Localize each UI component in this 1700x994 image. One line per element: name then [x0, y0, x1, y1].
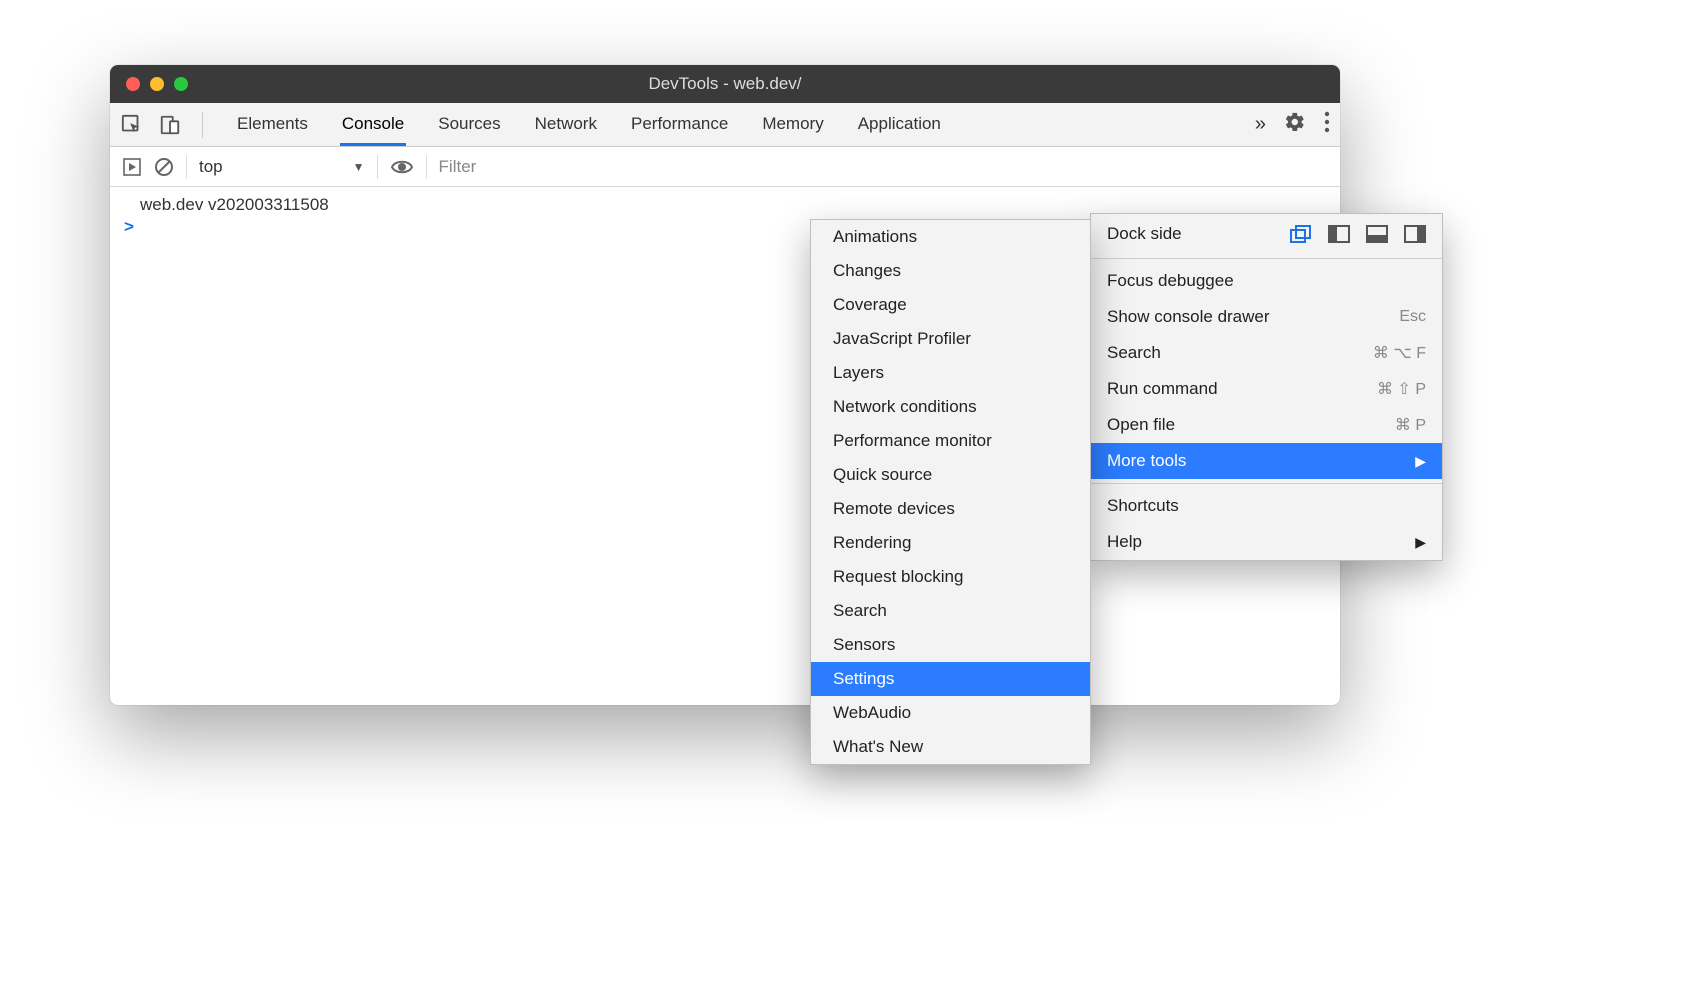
- submenu-item-network-conditions[interactable]: Network conditions: [811, 390, 1090, 424]
- menu-item-label: Open file: [1107, 415, 1175, 435]
- more-tabs-icon[interactable]: »: [1255, 113, 1266, 136]
- separator: [426, 155, 427, 179]
- submenu-item-search[interactable]: Search: [811, 594, 1090, 628]
- tab-sources[interactable]: Sources: [436, 104, 502, 146]
- menu-item-run-command[interactable]: Run command ⌘ ⇧ P: [1091, 371, 1442, 407]
- menu-shortcut: ⌘ ⇧ P: [1377, 379, 1426, 399]
- menu-separator: [1091, 483, 1442, 484]
- separator: [202, 112, 203, 138]
- menu-item-help[interactable]: Help ▶: [1091, 524, 1442, 560]
- dock-left-icon[interactable]: [1328, 225, 1350, 243]
- toggle-device-toolbar-icon[interactable]: [158, 113, 182, 137]
- submenu-item-settings[interactable]: Settings: [811, 662, 1090, 696]
- context-selector[interactable]: top ▼: [199, 157, 365, 177]
- inspect-element-icon[interactable]: [120, 113, 144, 137]
- submenu-item-changes[interactable]: Changes: [811, 254, 1090, 288]
- tab-list: Elements Console Sources Network Performance…: [235, 104, 943, 146]
- main-tabbar: Elements Console Sources Network Performance…: [110, 103, 1340, 147]
- submenu-item-sensors[interactable]: Sensors: [811, 628, 1090, 662]
- submenu-item-performance-monitor[interactable]: Performance monitor: [811, 424, 1090, 458]
- tab-console[interactable]: Console: [340, 104, 406, 146]
- customize-menu: Dock side Focus debuggee Show console dra…: [1090, 213, 1443, 561]
- submenu-item-request-blocking[interactable]: Request blocking: [811, 560, 1090, 594]
- submenu-item-quick-source[interactable]: Quick source: [811, 458, 1090, 492]
- context-label: top: [199, 157, 223, 177]
- dock-bottom-icon[interactable]: [1366, 225, 1388, 243]
- submenu-item-coverage[interactable]: Coverage: [811, 288, 1090, 322]
- submenu-item-layers[interactable]: Layers: [811, 356, 1090, 390]
- menu-item-more-tools[interactable]: More tools ▶: [1091, 443, 1442, 479]
- submenu-item-what-s-new[interactable]: What's New: [811, 730, 1090, 764]
- dock-side-label: Dock side: [1107, 224, 1182, 244]
- tab-application[interactable]: Application: [856, 104, 943, 146]
- tab-memory[interactable]: Memory: [760, 104, 825, 146]
- submenu-item-webaudio[interactable]: WebAudio: [811, 696, 1090, 730]
- console-toolbar: top ▼: [110, 147, 1340, 187]
- clear-console-icon[interactable]: [154, 157, 174, 177]
- menu-item-label: Run command: [1107, 379, 1218, 399]
- dock-undock-icon[interactable]: [1290, 225, 1312, 243]
- menu-item-label: Show console drawer: [1107, 307, 1270, 327]
- menu-item-shortcuts[interactable]: Shortcuts: [1091, 488, 1442, 524]
- execution-context-icon[interactable]: [122, 157, 142, 177]
- chevron-right-icon: ▶: [1415, 534, 1426, 551]
- separator: [377, 155, 378, 179]
- menu-item-focus-debuggee[interactable]: Focus debuggee: [1091, 263, 1442, 299]
- titlebar: DevTools - web.dev/: [110, 65, 1340, 103]
- chevron-down-icon: ▼: [353, 160, 365, 174]
- devtools-window: DevTools - web.dev/ Elements Console Sourc…: [110, 65, 1340, 705]
- settings-gear-icon[interactable]: [1284, 111, 1306, 138]
- menu-item-label: Focus debuggee: [1107, 271, 1234, 291]
- live-expression-icon[interactable]: [390, 157, 414, 177]
- tab-performance[interactable]: Performance: [629, 104, 730, 146]
- menu-item-open-file[interactable]: Open file ⌘ P: [1091, 407, 1442, 443]
- menu-separator: [1091, 258, 1442, 259]
- customize-menu-icon[interactable]: [1324, 111, 1330, 138]
- filter-input[interactable]: [439, 153, 1328, 181]
- window-title: DevTools - web.dev/: [110, 74, 1340, 94]
- menu-item-show-console-drawer[interactable]: Show console drawer Esc: [1091, 299, 1442, 335]
- menu-item-label: More tools: [1107, 451, 1186, 471]
- menu-shortcut: ⌘ P: [1395, 415, 1426, 435]
- menu-item-search[interactable]: Search ⌘ ⌥ F: [1091, 335, 1442, 371]
- menu-item-label: Shortcuts: [1107, 496, 1179, 516]
- menu-shortcut: ⌘ ⌥ F: [1373, 343, 1426, 363]
- tab-network[interactable]: Network: [533, 104, 599, 146]
- submenu-item-rendering[interactable]: Rendering: [811, 526, 1090, 560]
- menu-item-label: Search: [1107, 343, 1161, 363]
- submenu-item-animations[interactable]: Animations: [811, 220, 1090, 254]
- menu-shortcut: Esc: [1399, 308, 1426, 326]
- separator: [186, 155, 187, 179]
- dock-right-icon[interactable]: [1404, 225, 1426, 243]
- more-tools-submenu: AnimationsChangesCoverageJavaScript Prof…: [810, 219, 1091, 765]
- dock-side-row: Dock side: [1091, 214, 1442, 254]
- submenu-item-javascript-profiler[interactable]: JavaScript Profiler: [811, 322, 1090, 356]
- menu-item-label: Help: [1107, 532, 1142, 552]
- chevron-right-icon: ▶: [1415, 453, 1426, 470]
- submenu-item-remote-devices[interactable]: Remote devices: [811, 492, 1090, 526]
- tab-elements[interactable]: Elements: [235, 104, 310, 146]
